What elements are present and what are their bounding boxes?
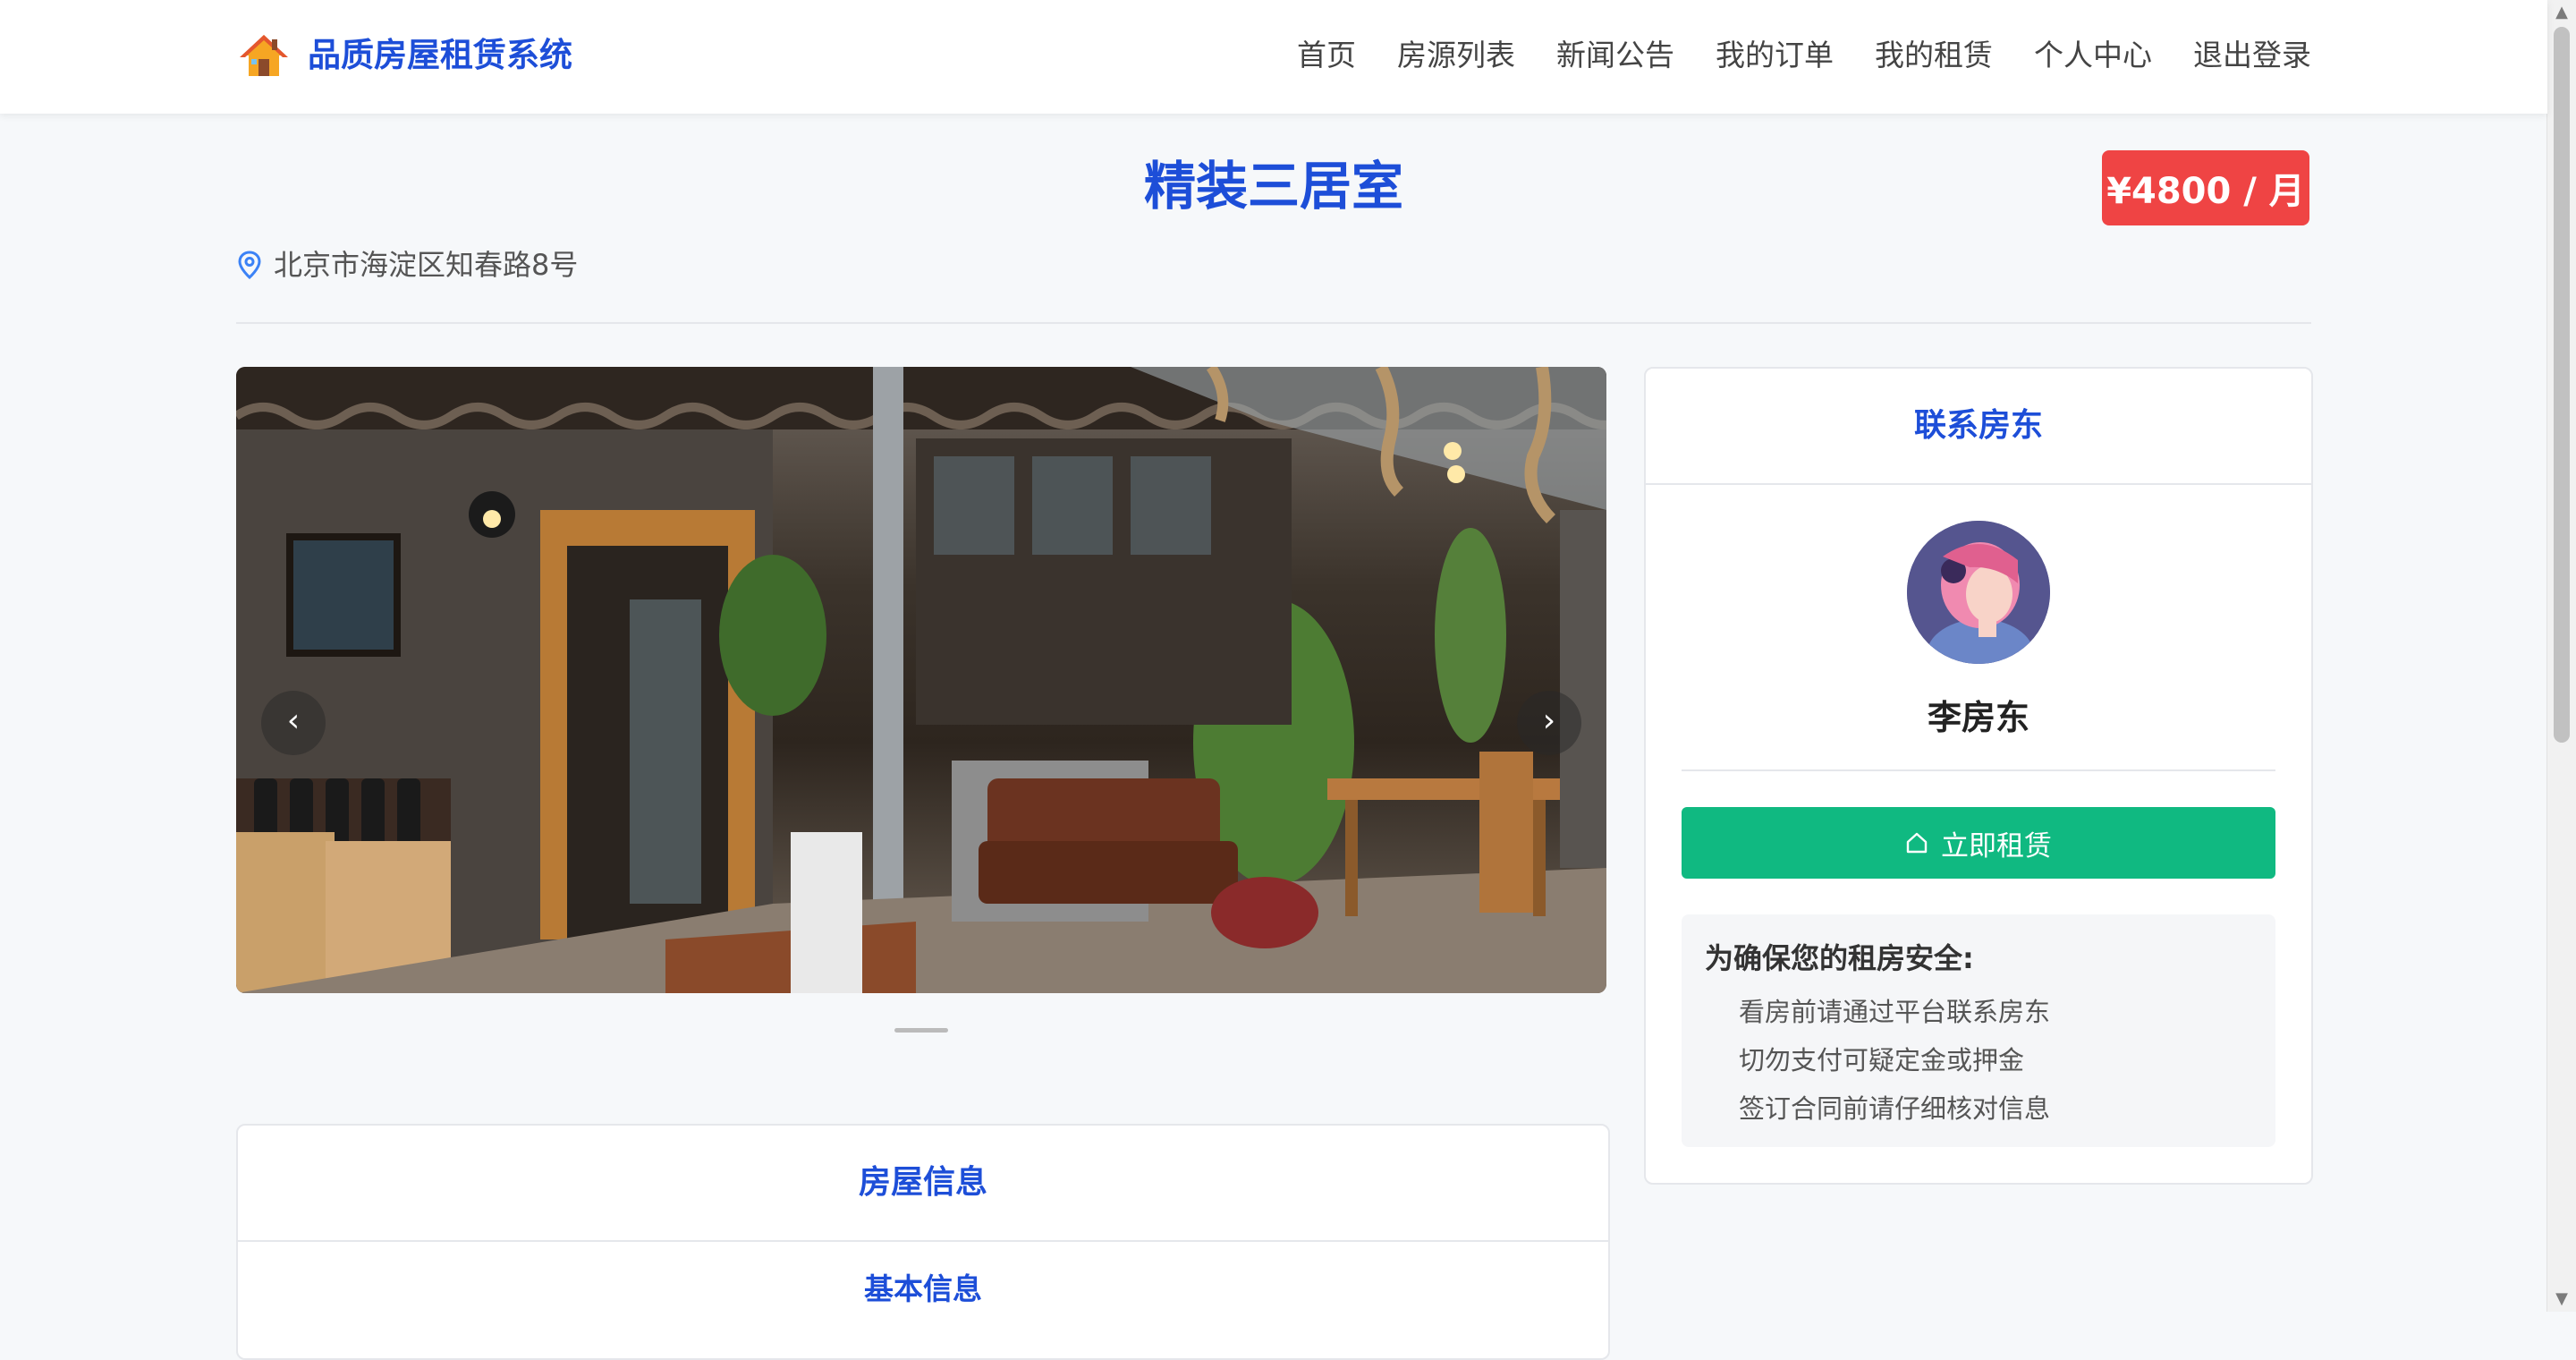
carousel-prev-button[interactable]: ‹ [261, 691, 326, 755]
nav-listings[interactable]: 房源列表 [1397, 32, 1515, 79]
house-info-title: 房屋信息 [238, 1126, 1608, 1242]
safety-title: 为确保您的租房安全: [1705, 941, 1974, 975]
landlord-avatar-image [1907, 521, 2050, 664]
room-photo [236, 367, 1606, 993]
nav-profile[interactable]: 个人中心 [2034, 32, 2152, 79]
brand-title[interactable]: 品质房屋租赁系统 [308, 32, 572, 79]
basic-info-heading: 基本信息 [864, 1271, 982, 1306]
address-text: 北京市海淀区知春路8号 [274, 248, 579, 282]
nav-my-orders[interactable]: 我的订单 [1716, 32, 1834, 79]
landlord-name: 李房东 [1927, 698, 2029, 737]
avatar [1907, 521, 2050, 664]
safety-item: 签订合同前请仔细核对信息 [1739, 1093, 2051, 1124]
safety-item: 看房前请通过平台联系房东 [1739, 997, 2051, 1027]
address-line: 北京市海淀区知春路8号 [238, 243, 578, 286]
rent-now-button[interactable]: 立即租赁 [1682, 807, 2275, 879]
safety-item: 切勿支付可疑定金或押金 [1739, 1045, 2025, 1075]
house-logo-icon[interactable] [240, 32, 288, 79]
carousel-indicator[interactable] [894, 1028, 948, 1033]
scroll-down-arrow-icon[interactable]: ▼ [2547, 1287, 2576, 1312]
page-scrollbar[interactable]: ▲ ▼ [2546, 0, 2576, 1312]
house-info-card: 房屋信息 基本信息 [236, 1124, 1610, 1360]
safety-list: 看房前请通过平台联系房东 切勿支付可疑定金或押金 签订合同前请仔细核对信息 [1739, 988, 2050, 1133]
home-icon [1906, 832, 1928, 854]
main-nav: 首页 房源列表 新闻公告 我的订单 我的租赁 个人中心 退出登录 [1297, 32, 2311, 79]
nav-home[interactable]: 首页 [1297, 32, 1356, 79]
scroll-up-arrow-icon[interactable]: ▲ [2547, 0, 2576, 25]
nav-logout[interactable]: 退出登录 [2193, 32, 2311, 79]
title-divider [236, 322, 2311, 324]
nav-my-rentals[interactable]: 我的租赁 [1875, 32, 1993, 79]
scroll-thumb[interactable] [2554, 27, 2570, 743]
card-divider [1682, 769, 2275, 771]
landlord-card-title: 联系房东 [1646, 369, 2311, 485]
landlord-card: 联系房东 李房东 立即租赁 为确保您的租房安全: 看房前请通过平台联系房东 切勿… [1644, 367, 2313, 1185]
location-pin-icon [238, 251, 261, 279]
rent-now-label: 立即租赁 [1941, 829, 2052, 863]
price-badge: ¥4800 / 月 [2102, 150, 2309, 225]
carousel-next-button[interactable]: › [1517, 691, 1581, 755]
image-carousel[interactable]: ‹ › [236, 367, 1606, 993]
top-navbar: 品质房屋租赁系统 首页 房源列表 新闻公告 我的订单 我的租赁 个人中心 退出登… [0, 0, 2547, 114]
safety-tips: 为确保您的租房安全: 看房前请通过平台联系房东 切勿支付可疑定金或押金 签订合同… [1682, 914, 2275, 1147]
nav-news[interactable]: 新闻公告 [1556, 32, 1674, 79]
